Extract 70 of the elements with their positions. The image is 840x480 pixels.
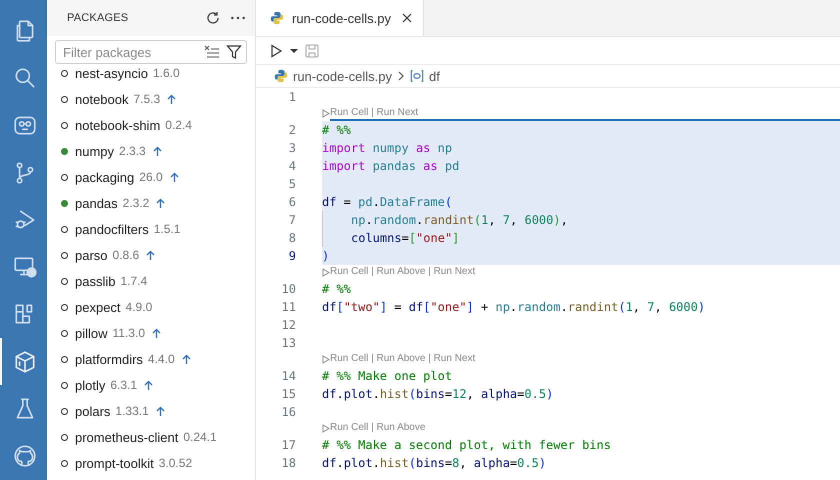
panel-title: PACKAGES <box>67 12 130 24</box>
package-item[interactable]: numpy 2.3.3 <box>47 138 255 164</box>
chevron-icon <box>397 70 405 82</box>
code-line: # %% Make a second plot, with fewer bins <box>322 437 612 454</box>
line-number: 7 <box>288 212 296 229</box>
package-item[interactable]: parso 0.8.6 <box>47 242 255 268</box>
codelens-link[interactable]: Run Cell | Run Above <box>330 421 840 436</box>
line-number: 3 <box>288 140 296 157</box>
code-line: import numpy as np <box>322 140 454 157</box>
more-icon <box>231 16 245 20</box>
code-line: import pandas as pd <box>322 158 460 175</box>
package-item[interactable]: pillow 11.3.0 <box>47 320 255 346</box>
play-icon <box>322 424 330 433</box>
package-item[interactable]: platformdirs 4.4.0 <box>47 346 255 372</box>
line-number: 10 <box>280 281 296 298</box>
line-number: 18 <box>280 455 296 472</box>
code-line: df = pd.DataFrame( <box>322 194 454 211</box>
code-line: df.plot.hist(bins=12, alpha=0.5) <box>322 386 554 403</box>
package-item[interactable]: plotly 6.3.1 <box>47 372 255 398</box>
variable-icon <box>410 69 424 83</box>
line-number: 2 <box>288 122 296 139</box>
editor-tab[interactable]: run-code-cells.py <box>256 0 424 36</box>
save-icon <box>304 42 320 58</box>
code-line: df["two"] = df["one"] + np.random.randint(1, 7, 6000) <box>322 299 706 316</box>
line-number: 11 <box>280 299 296 316</box>
cat-icon <box>12 443 38 470</box>
package-item[interactable]: notebook 7.5.3 <box>47 86 255 112</box>
line-number: 14 <box>280 368 296 385</box>
line-number: 12 <box>280 317 296 334</box>
clear-filter-icon[interactable] <box>204 45 220 59</box>
python-icon <box>274 69 288 83</box>
line-number: 1 <box>288 89 296 106</box>
codelens-link[interactable]: Run Cell | Run Above | Run Next <box>330 352 840 367</box>
code-line: ) <box>322 248 330 265</box>
code-line: # %% <box>322 122 352 139</box>
line-number: 16 <box>280 404 296 421</box>
filter-input[interactable]: Filter packages <box>63 44 198 60</box>
line-number: 6 <box>288 194 296 211</box>
caret-icon <box>290 48 298 54</box>
code-line: # %% Make one plot <box>322 368 454 385</box>
python-icon <box>270 11 284 25</box>
line-number: 17 <box>280 437 296 454</box>
package-item[interactable]: notebook-shim 0.2.4 <box>47 112 255 138</box>
package-item[interactable]: passlib 1.7.4 <box>47 268 255 294</box>
breadcrumb-item[interactable]: df <box>429 68 440 84</box>
line-number: 13 <box>280 335 296 352</box>
package-item[interactable]: pandocfilters 1.5.1 <box>47 216 255 242</box>
play-icon <box>322 268 330 277</box>
line-number: 15 <box>280 386 296 403</box>
package-item[interactable]: pexpect 4.9.0 <box>47 294 255 320</box>
filter-icon[interactable] <box>226 44 242 60</box>
filter-field[interactable]: Filter packages <box>55 40 247 64</box>
line-number: 5 <box>288 176 296 193</box>
package-item[interactable]: packaging 26.0 <box>47 164 255 190</box>
code-line: df.plot.hist(bins=8, alpha=0.5) <box>322 455 548 472</box>
package-item[interactable]: pandas 2.3.2 <box>47 190 255 216</box>
codelens-link[interactable]: Run Cell | Run Above | Run Next <box>330 265 840 280</box>
play-icon <box>322 109 330 118</box>
breadcrumb-item[interactable]: run-code-cells.py <box>293 68 392 84</box>
package-item[interactable]: prometheus-client 0.24.1 <box>47 424 255 450</box>
play-icon <box>322 355 330 364</box>
package-item[interactable]: polars 1.33.1 <box>47 398 255 424</box>
code-line: # %% <box>322 281 352 298</box>
refresh-icon <box>205 10 221 26</box>
line-number: 8 <box>288 230 296 247</box>
close-icon[interactable] <box>401 12 413 24</box>
line-number: 9 <box>288 248 296 265</box>
line-number: 4 <box>288 158 296 175</box>
more-button[interactable] <box>229 14 247 22</box>
package-item[interactable]: prompt-toolkit 3.0.52 <box>47 450 255 476</box>
